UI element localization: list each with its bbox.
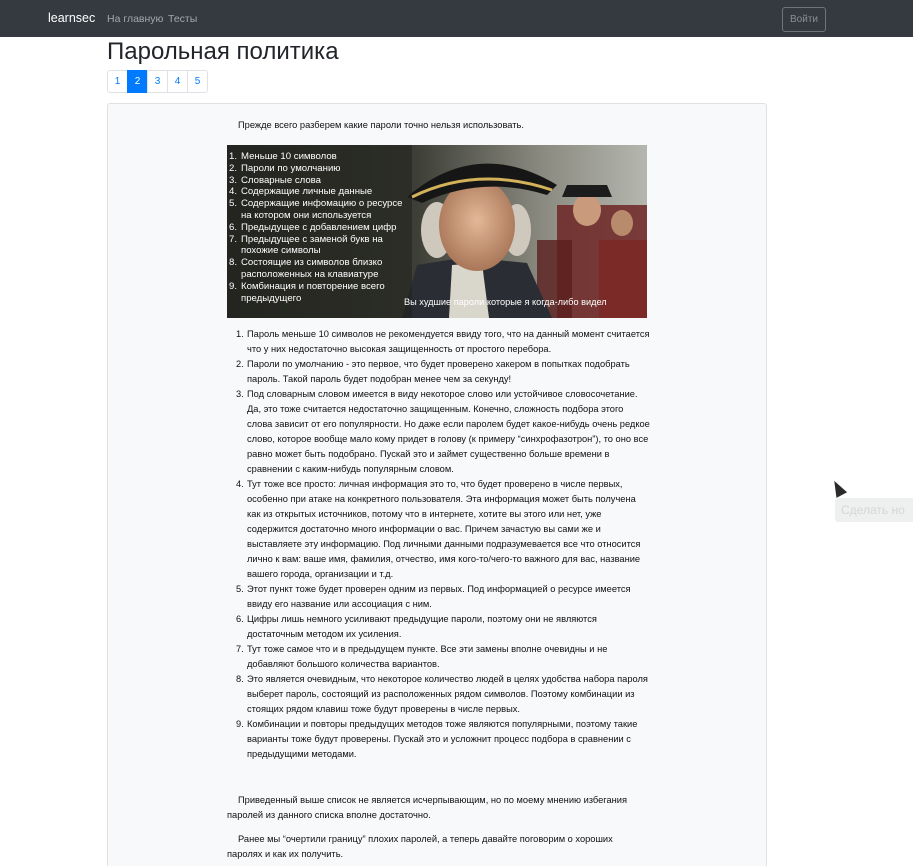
reason-item: 9. Комбинации и повторы предыдущих методо… [236,719,638,759]
page-title: Парольная политика [107,38,339,65]
reason-item: 6. Цифры лишь немного усиливают предыдущи… [236,614,597,639]
side-tooltip[interactable]: Сделать но [835,498,913,522]
meme-list-item: 5. Содержащие инфомацию о ресурсе на кото… [229,198,403,221]
nav-link-tests[interactable]: Тесты [168,13,197,25]
mouse-cursor-icon [828,478,848,498]
reason-item: 5. Этот пункт тоже будет проверен одним и… [236,584,631,609]
meme-list-item: 2. Пароли по умолчанию [229,162,341,174]
meme-list-item: 1. Меньше 10 символов [229,151,337,162]
reason-item: 8. Это является очевидным, что некоторое … [236,674,648,714]
nav-link-home[interactable]: На главную [107,13,163,25]
meme-caption: Вы худшие пароли которые я когда-либо ви… [404,297,607,307]
meme-list-item: 3. Словарные слова [229,174,321,186]
reason-item: 4. Тут тоже все просто: личная информация… [236,479,641,579]
summary-paragraph: Приведенный выше список не является исче… [227,795,628,820]
meme-list: 1. Меньше 10 символов 2. Пароли по умолчан… [229,151,409,304]
meme-list-item: 7. Предыдущее с заменой букв на похожие с… [229,233,383,257]
page-link-4[interactable]: 4 [167,70,188,93]
login-button[interactable]: Войти [782,7,826,32]
meme-list-item: 6. Предыдущее с добавлением цифр [229,221,397,233]
reason-item: 1. Пароль меньше 10 символов не рекоменду… [236,329,650,354]
page-link-3[interactable]: 3 [147,70,168,93]
reasons-list: 1. Пароль меньше 10 символов не рекоменду… [236,327,651,762]
reason-item: 7. Тут тоже самое что и в предыдущем пунк… [236,644,608,669]
page-link-1[interactable]: 1 [107,70,128,93]
reason-item: 2. Пароли по умолчанию - это первое, что … [236,359,630,384]
page-link-5[interactable]: 5 [187,70,208,93]
next-section-paragraph: Ранее мы “очертили границу” плохих парол… [227,834,613,859]
top-navbar: learnsec На главную Тесты Войти [0,0,913,37]
pagination: 1 2 3 4 5 [107,70,208,93]
brand-logo[interactable]: learnsec [48,11,95,25]
reason-item: 3. Под словарным словом имеется в виду не… [236,389,650,474]
intro-paragraph: Прежде всего разберем какие пароли точно… [238,120,524,130]
meme-list-item: 4. Содержащие личные данные [229,186,373,198]
meme-list-item: 8. Состоящие из символов близко расположе… [229,257,383,280]
meme-list-item: 9. Комбинация и повторение всего предыдущ… [229,280,385,304]
page-link-2-active[interactable]: 2 [127,70,148,93]
meme-image: 1. Меньше 10 символов 2. Пароли по умолчан… [227,145,647,318]
